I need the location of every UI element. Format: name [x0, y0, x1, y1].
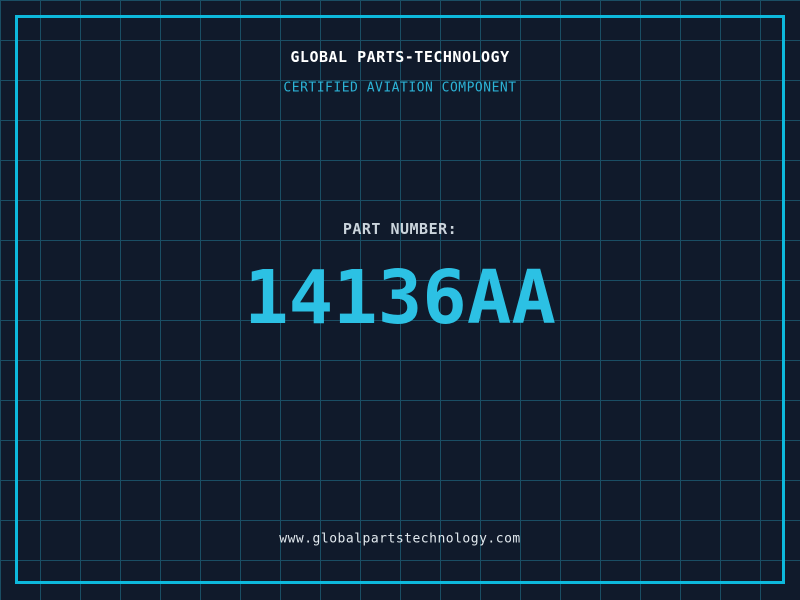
website-url: www.globalpartstechnology.com: [279, 531, 521, 547]
part-number-value: 14136AA: [244, 255, 556, 341]
company-title: GLOBAL PARTS-TECHNOLOGY: [290, 48, 510, 66]
part-number-label: PART NUMBER:: [342, 220, 458, 238]
certification-subtitle: CERTIFIED AVIATION COMPONENT: [283, 80, 517, 96]
